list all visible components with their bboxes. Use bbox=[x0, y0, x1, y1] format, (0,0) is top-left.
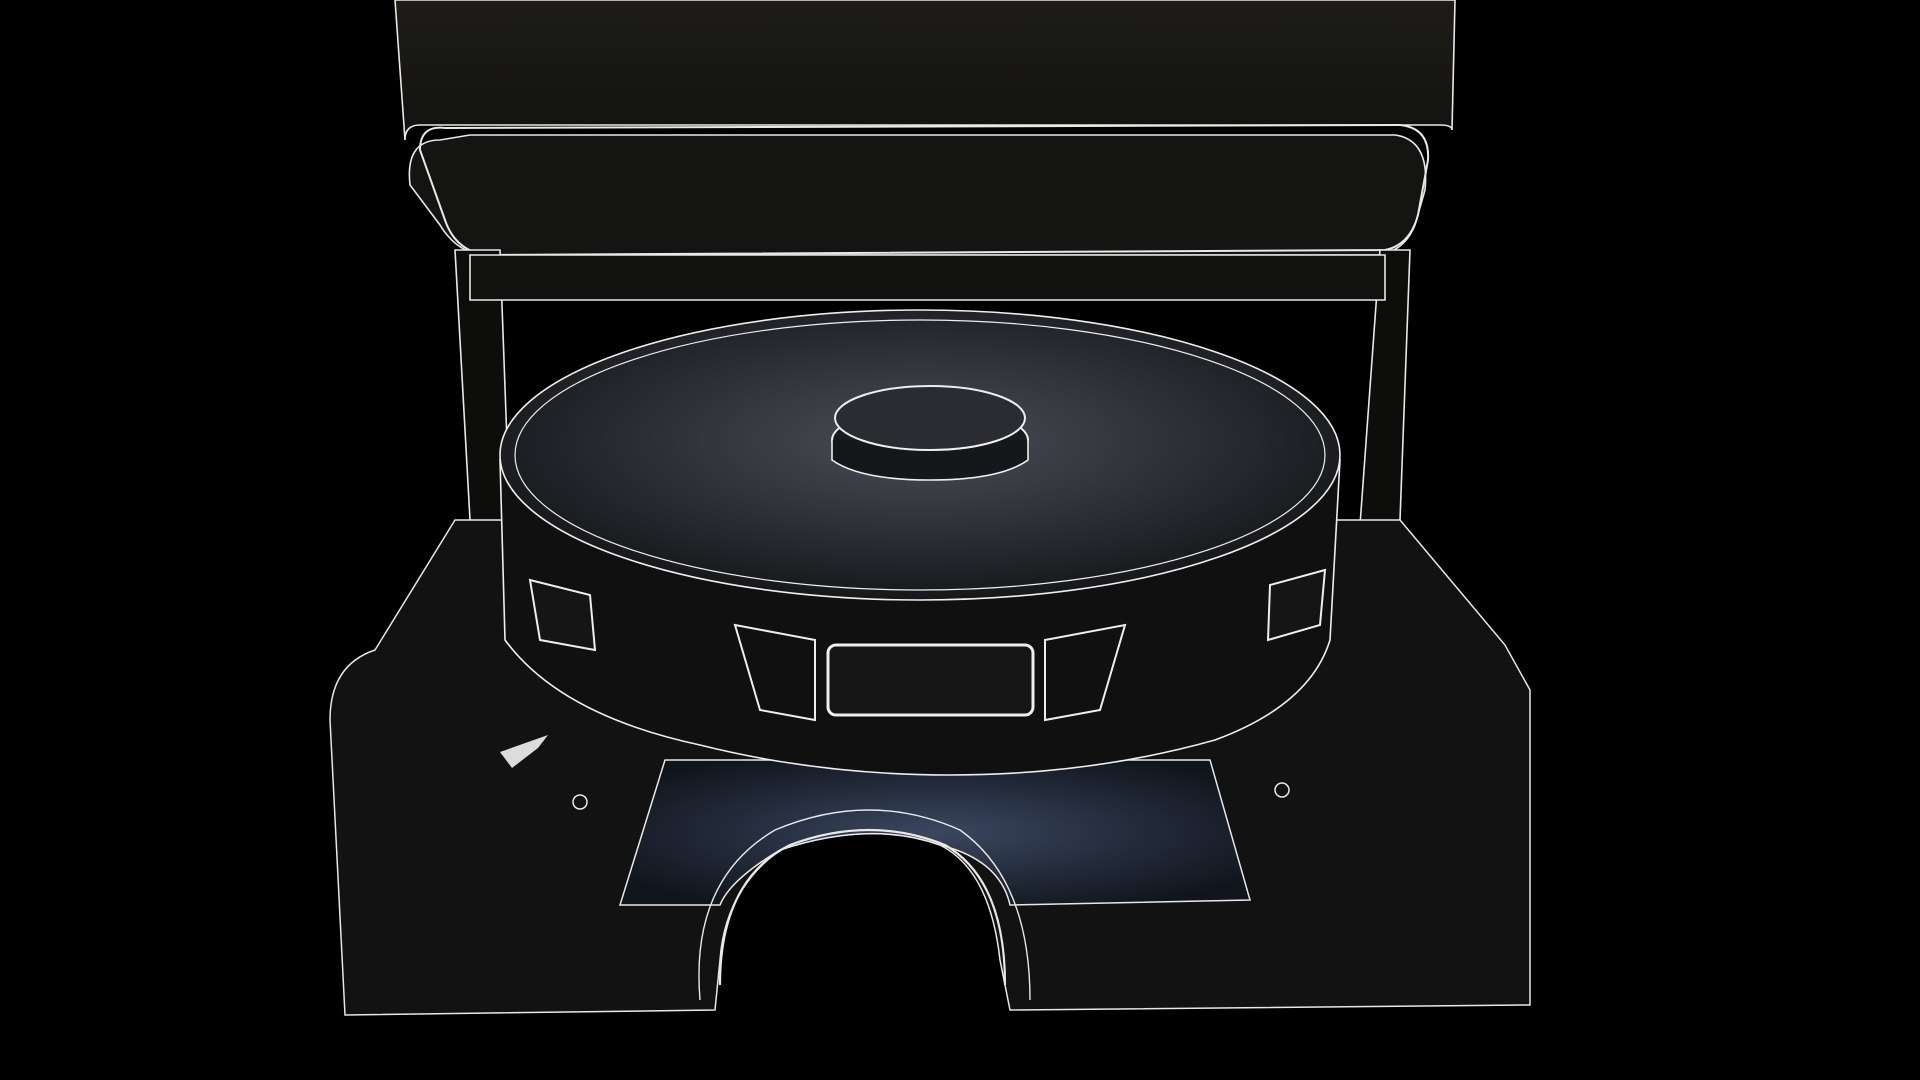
lidar-turret-top bbox=[834, 385, 1026, 451]
front-sensor-window bbox=[826, 643, 1035, 717]
robot-vacuum bbox=[499, 309, 1341, 776]
wireframe-render: (function(){ var NS = "http://www.w3.org… bbox=[0, 0, 1920, 1080]
